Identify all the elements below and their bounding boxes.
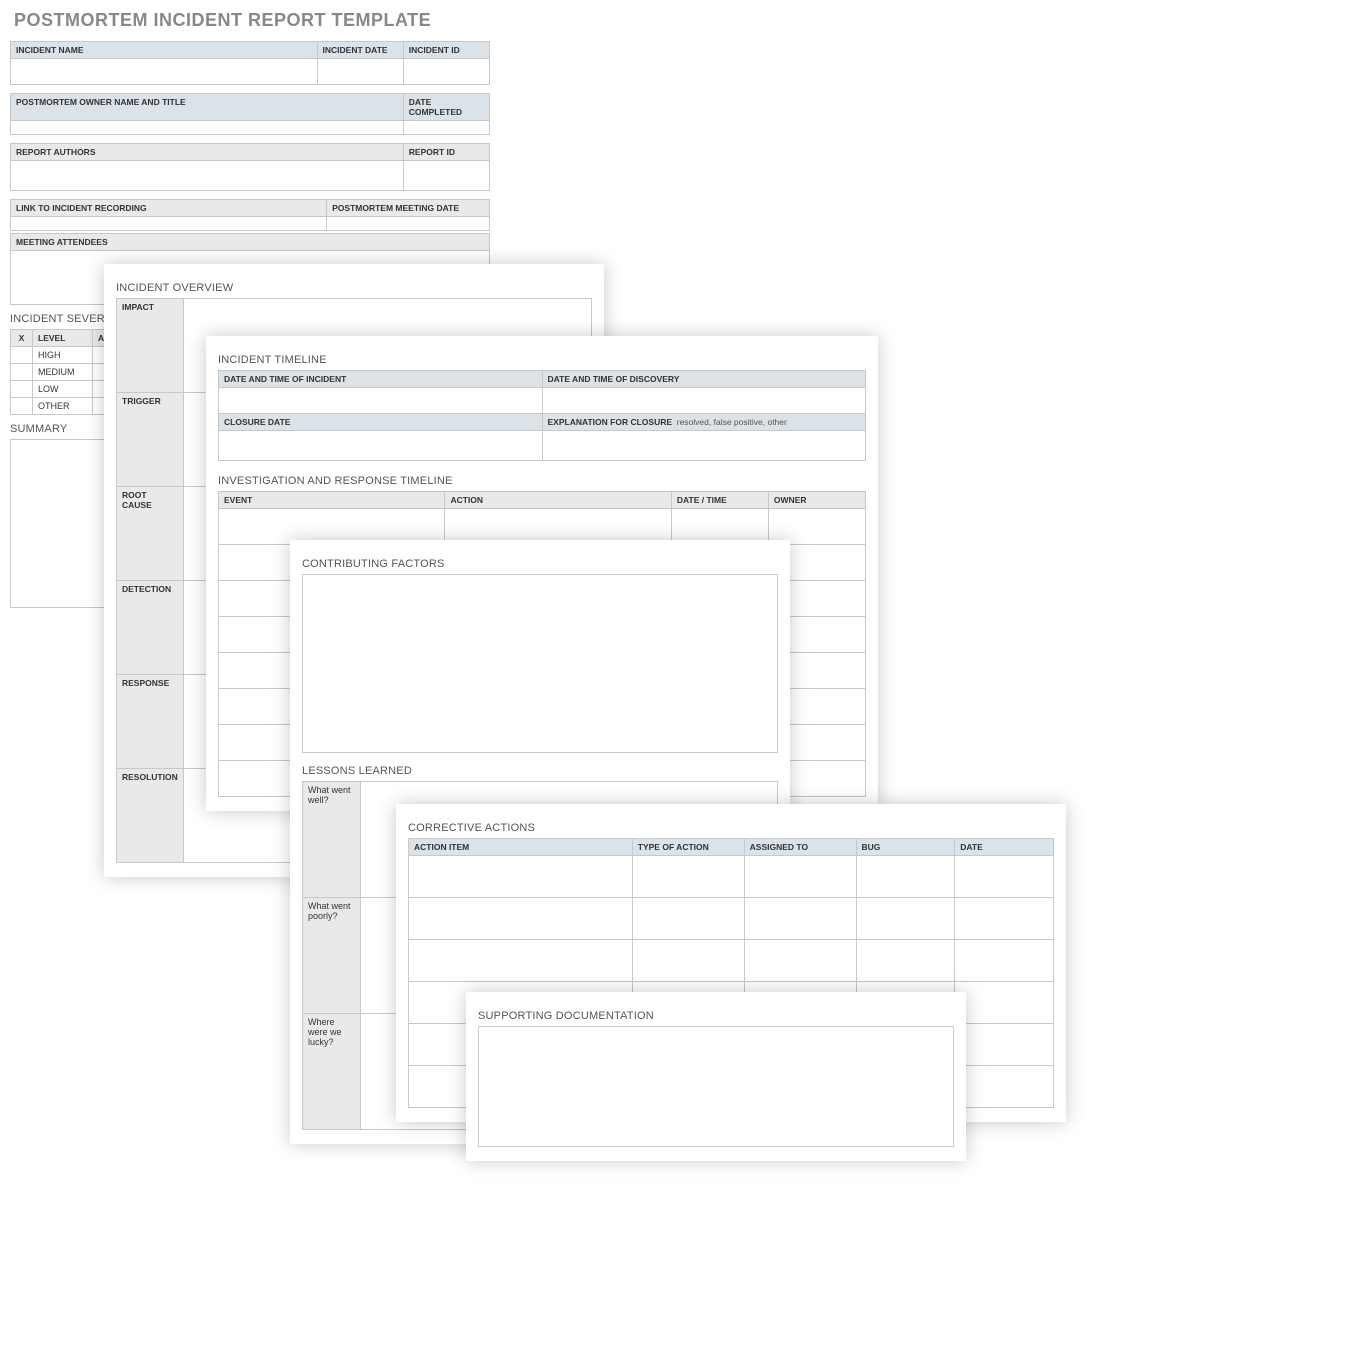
- link-table: LINK TO INCIDENT RECORDING POSTMORTEM ME…: [10, 199, 490, 231]
- closure-date-header: CLOSURE DATE: [219, 414, 543, 431]
- table-row[interactable]: [856, 898, 955, 940]
- table-row[interactable]: [856, 940, 955, 982]
- sev-x-header: X: [11, 330, 33, 347]
- trigger-label: TRIGGER: [117, 393, 184, 487]
- sev-other: OTHER: [33, 398, 93, 415]
- incident-id-cell[interactable]: [403, 59, 489, 85]
- supporting-cell[interactable]: [479, 1027, 954, 1147]
- sev-other-x[interactable]: [11, 398, 33, 415]
- table-row[interactable]: [632, 940, 744, 982]
- action-item-header: ACTION ITEM: [409, 839, 633, 856]
- overview-header: INCIDENT OVERVIEW: [116, 282, 592, 294]
- sev-high-x[interactable]: [11, 347, 33, 364]
- dt-discovery-header: DATE AND TIME OF DISCOVERY: [542, 371, 866, 388]
- table-row[interactable]: [744, 898, 856, 940]
- resolution-label: RESOLUTION: [117, 769, 184, 863]
- timeline-table: DATE AND TIME OF INCIDENT DATE AND TIME …: [218, 370, 866, 461]
- response-label: RESPONSE: [117, 675, 184, 769]
- owner-table: POSTMORTEM OWNER NAME AND TITLE DATE COM…: [10, 93, 490, 135]
- owner-cell[interactable]: [11, 121, 404, 135]
- date-completed-cell[interactable]: [403, 121, 489, 135]
- inv-header: INVESTIGATION AND RESPONSE TIMELINE: [218, 475, 866, 487]
- lessons-header: LESSONS LEARNED: [302, 765, 778, 777]
- incident-name-header: INCIDENT NAME: [11, 42, 318, 59]
- dt-incident-header: DATE AND TIME OF INCIDENT: [219, 371, 543, 388]
- supporting-header: SUPPORTING DOCUMENTATION: [478, 1010, 954, 1022]
- authors-header: REPORT AUTHORS: [11, 144, 404, 161]
- incident-date-cell[interactable]: [317, 59, 403, 85]
- closure-expl-header: EXPLANATION FOR CLOSURE resolved, false …: [542, 414, 866, 431]
- sev-low: LOW: [33, 381, 93, 398]
- sev-medium-x[interactable]: [11, 364, 33, 381]
- inv-datetime-header: DATE / TIME: [671, 492, 768, 509]
- date-completed-header: DATE COMPLETED: [403, 94, 489, 121]
- table-row[interactable]: [409, 898, 633, 940]
- went-well-label: What went well?: [303, 782, 361, 898]
- date-header: DATE: [955, 839, 1054, 856]
- table-row[interactable]: [955, 1024, 1054, 1066]
- meeting-date-header: POSTMORTEM MEETING DATE: [327, 200, 490, 217]
- contrib-table: [302, 574, 778, 753]
- went-poorly-label: What went poorly?: [303, 898, 361, 1014]
- detection-label: DETECTION: [117, 581, 184, 675]
- table-row[interactable]: [856, 856, 955, 898]
- sev-low-x[interactable]: [11, 381, 33, 398]
- authors-table: REPORT AUTHORS REPORT ID: [10, 143, 490, 191]
- table-row[interactable]: [955, 1066, 1054, 1108]
- sev-medium: MEDIUM: [33, 364, 93, 381]
- bug-header: BUG: [856, 839, 955, 856]
- authors-cell[interactable]: [11, 161, 404, 191]
- table-row[interactable]: [955, 982, 1054, 1024]
- attendees-header: MEETING ATTENDEES: [11, 234, 490, 251]
- table-row[interactable]: [744, 940, 856, 982]
- report-title: POSTMORTEM INCIDENT REPORT TEMPLATE: [14, 10, 490, 31]
- dt-incident-cell[interactable]: [219, 388, 543, 414]
- page6-panel: SUPPORTING DOCUMENTATION: [466, 992, 966, 1161]
- contrib-cell[interactable]: [303, 575, 778, 753]
- table-row[interactable]: [955, 898, 1054, 940]
- report-id-cell[interactable]: [403, 161, 489, 191]
- sev-high: HIGH: [33, 347, 93, 364]
- owner-header: POSTMORTEM OWNER NAME AND TITLE: [11, 94, 404, 121]
- table-row[interactable]: [632, 898, 744, 940]
- sev-level-header: LEVEL: [33, 330, 93, 347]
- lucky-label: Where were we lucky?: [303, 1014, 361, 1130]
- inv-action-header: ACTION: [445, 492, 671, 509]
- report-id-header: REPORT ID: [403, 144, 489, 161]
- closure-expl-cell[interactable]: [542, 431, 866, 461]
- incident-id-header: INCIDENT ID: [403, 42, 489, 59]
- table-row[interactable]: [744, 856, 856, 898]
- incident-header-table: INCIDENT NAME INCIDENT DATE INCIDENT ID: [10, 41, 490, 85]
- table-row[interactable]: [409, 856, 633, 898]
- assigned-to-header: ASSIGNED TO: [744, 839, 856, 856]
- table-row[interactable]: [955, 856, 1054, 898]
- inv-event-header: EVENT: [219, 492, 445, 509]
- timeline-header: INCIDENT TIMELINE: [218, 354, 866, 366]
- incident-name-cell[interactable]: [11, 59, 318, 85]
- table-row[interactable]: [409, 940, 633, 982]
- impact-label: IMPACT: [117, 299, 184, 393]
- meeting-date-cell[interactable]: [327, 217, 490, 231]
- link-header: LINK TO INCIDENT RECORDING: [11, 200, 327, 217]
- rootcause-label: ROOT CAUSE: [117, 487, 184, 581]
- inv-owner-header: OWNER: [768, 492, 865, 509]
- corrective-header: CORRECTIVE ACTIONS: [408, 822, 1054, 834]
- closure-date-cell[interactable]: [219, 431, 543, 461]
- table-row[interactable]: [955, 940, 1054, 982]
- contrib-header: CONTRIBUTING FACTORS: [302, 558, 778, 570]
- dt-discovery-cell[interactable]: [542, 388, 866, 414]
- type-action-header: TYPE OF ACTION: [632, 839, 744, 856]
- incident-date-header: INCIDENT DATE: [317, 42, 403, 59]
- supporting-table: [478, 1026, 954, 1147]
- table-row[interactable]: [632, 856, 744, 898]
- link-cell[interactable]: [11, 217, 327, 231]
